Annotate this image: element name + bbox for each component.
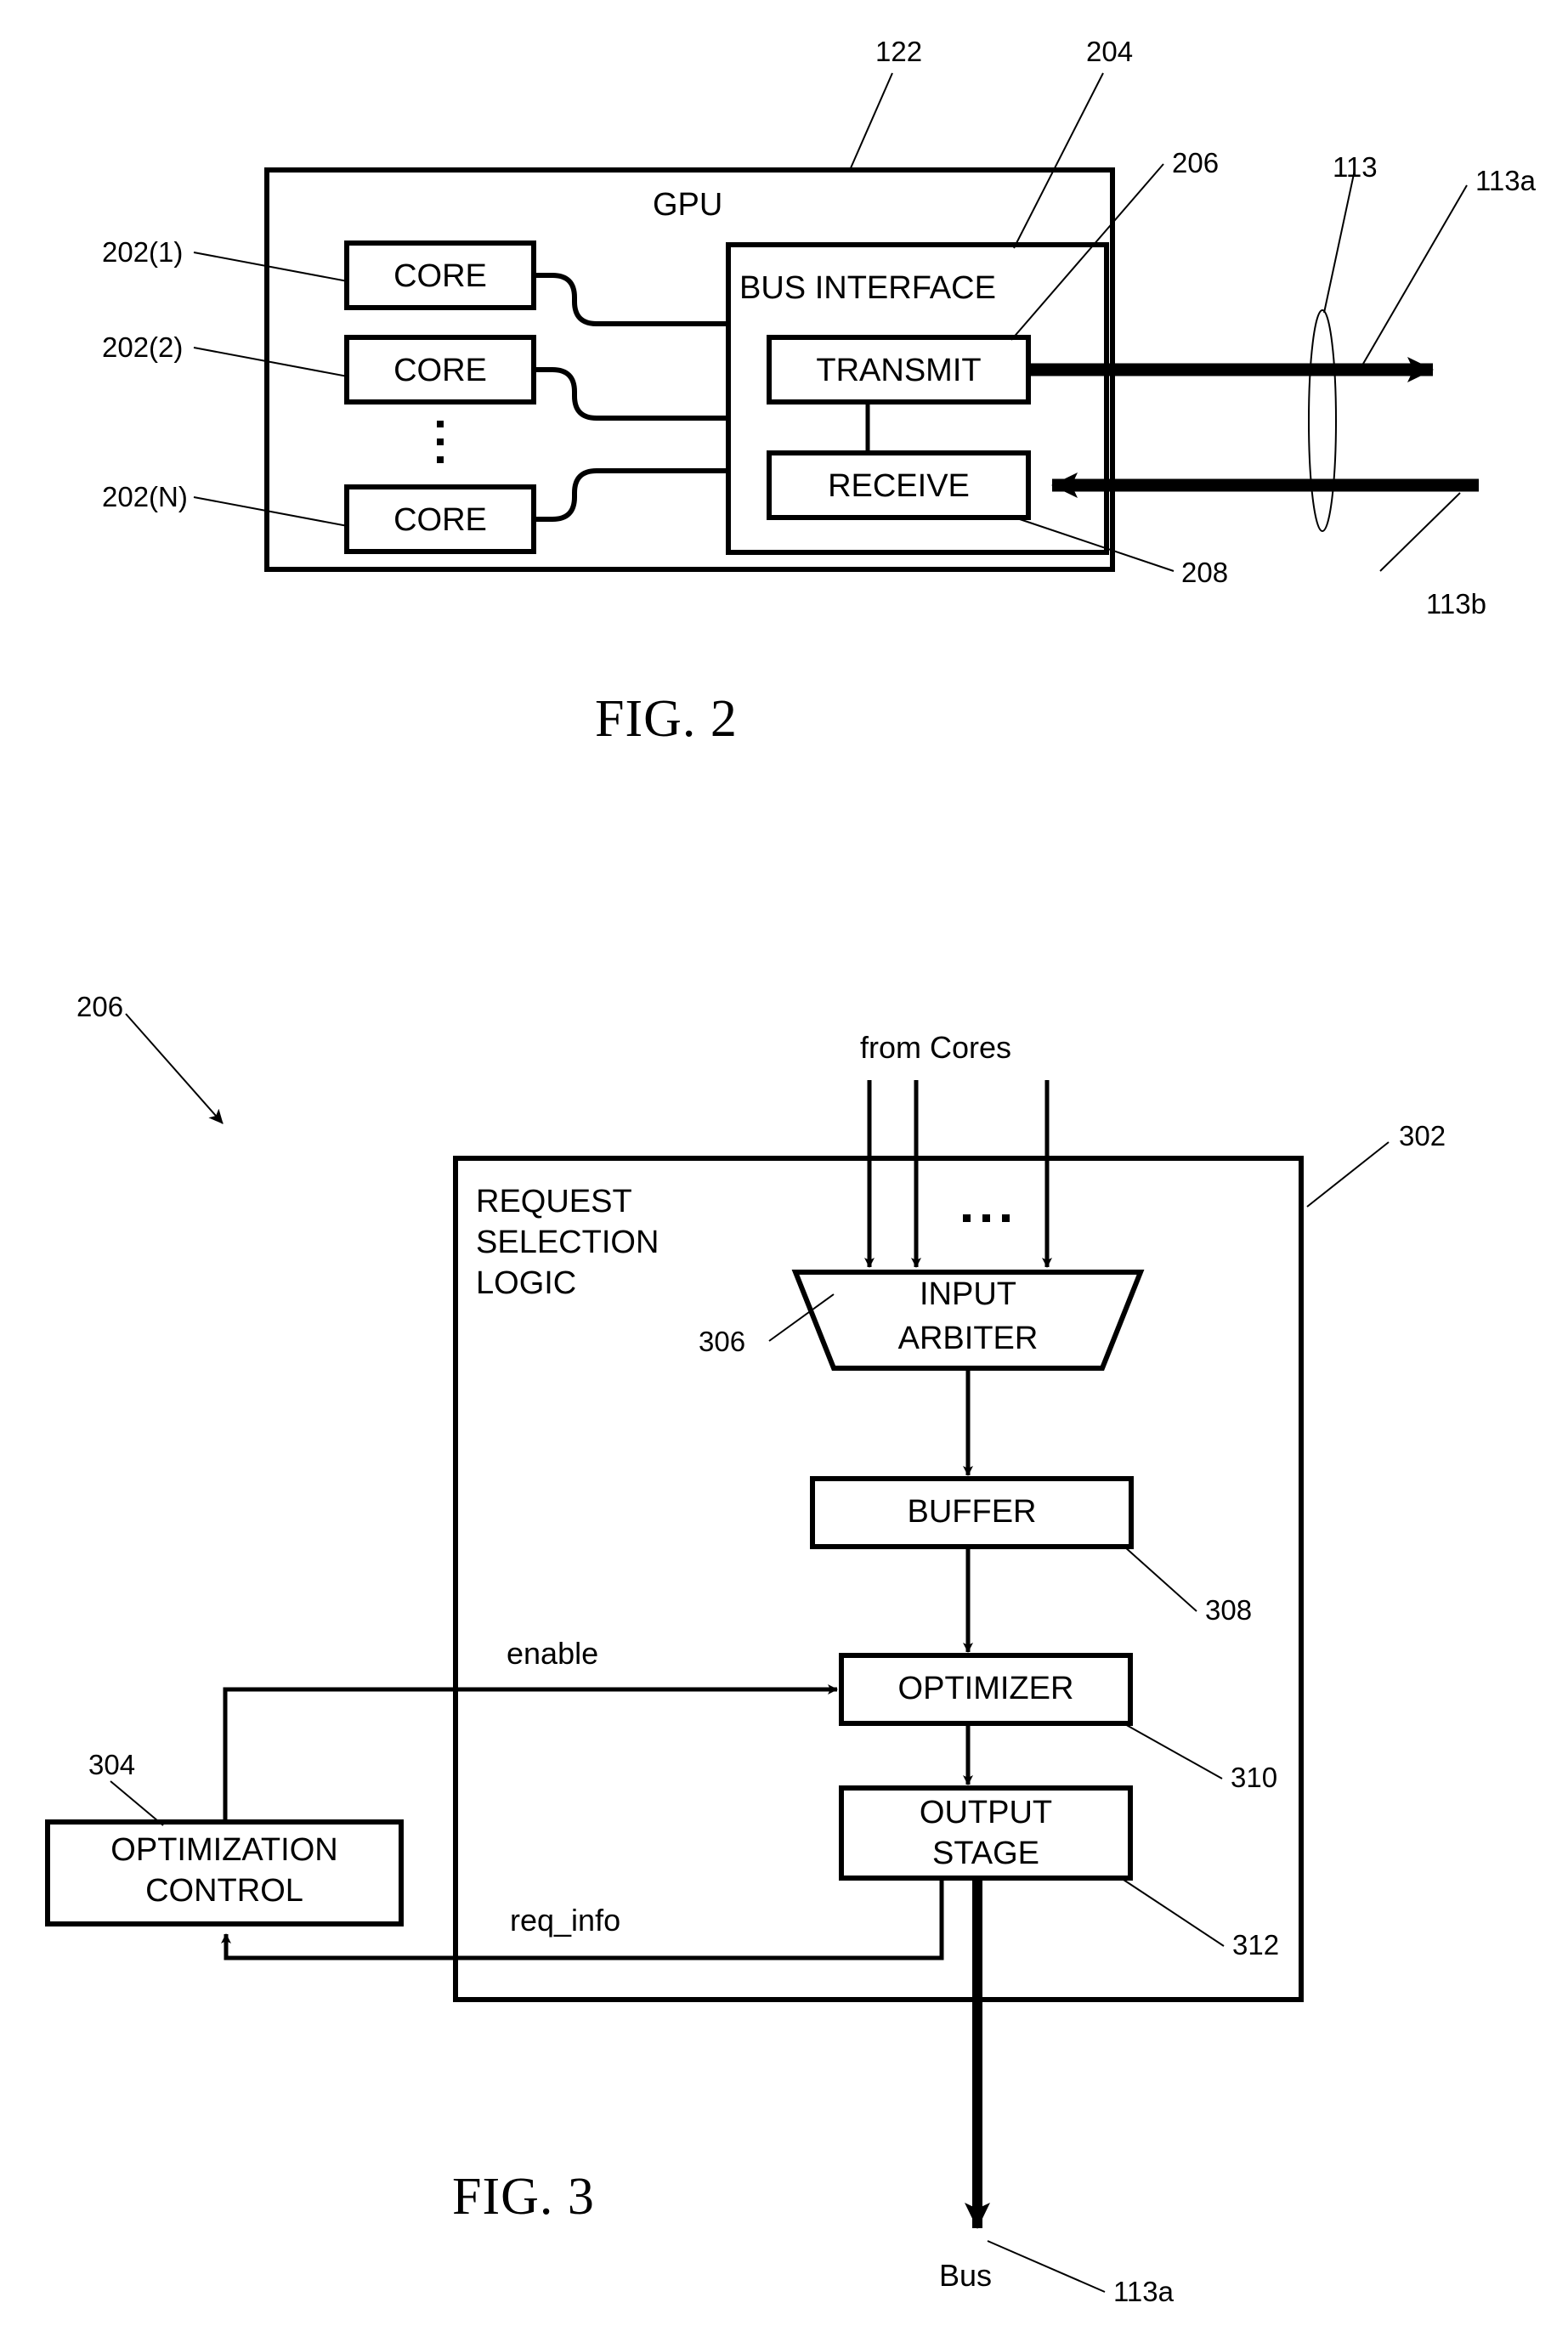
enable-signal-label: enable [507,1636,599,1671]
core-label-3: CORE [393,502,487,538]
bus-lens-shape [1308,309,1337,532]
ref-122: 122 [875,36,923,67]
leader-308 [1124,1546,1197,1612]
bus-interface-label: BUS INTERFACE [739,270,996,306]
ref-306: 306 [699,1326,746,1357]
core-ellipsis-dots [437,421,444,463]
enable-signal-path [223,1684,838,1822]
ref-206-fig2: 206 [1172,147,1220,178]
leader-302 [1306,1141,1390,1208]
ref-310: 310 [1231,1762,1278,1793]
leader-304 [110,1780,164,1826]
figure-3-vectors [45,1013,1390,2293]
leader-122 [849,72,893,171]
core1-to-bus-wire [534,273,728,326]
gpu-label: GPU [653,187,723,223]
leader-113b [1379,492,1461,572]
input-arbiter-line-1: INPUT [920,1276,1016,1312]
ref-302: 302 [1399,1120,1446,1151]
leader-113 [1323,169,1356,314]
core-label-1: CORE [393,258,487,294]
receive-label: RECEIVE [828,468,970,504]
ref-202-1: 202(1) [102,236,184,268]
ref-113a-fig3: 113a [1113,2276,1174,2307]
coreN-to-bus-wire [534,468,728,522]
request-selection-logic-line-1: REQUEST [476,1184,632,1219]
leader-310 [1123,1723,1223,1779]
figure-3-caption: FIG. 3 [452,2168,595,2226]
from-cores-ellipsis-dots [963,1214,1010,1222]
input-arbiter-line-2: ARBITER [897,1321,1039,1356]
ref-208: 208 [1181,557,1229,588]
ref-113b: 113b [1426,588,1486,620]
figure-2-caption: FIG. 2 [595,690,738,748]
ref-204: 204 [1086,36,1134,67]
buffer-label: BUFFER [907,1494,1037,1530]
output-stage-line-1: OUTPUT [919,1795,1053,1830]
ref-113: 113 [1333,151,1378,183]
transmit-label: TRANSMIT [816,353,982,388]
ref-304: 304 [88,1749,136,1780]
request-selection-logic-line-3: LOGIC [476,1265,577,1301]
ref-308: 308 [1205,1594,1253,1626]
from-cores-label: from Cores [860,1030,1012,1065]
leader-113a [1362,184,1468,365]
req-info-signal-label: req_info [510,1903,621,1938]
ref-312: 312 [1232,1929,1280,1960]
leader-204 [1013,72,1104,249]
core-label-2: CORE [393,353,487,388]
leader-113a-fig3 [987,2240,1106,2293]
bus-label: Bus [939,2258,993,2293]
request-selection-logic-line-2: SELECTION [476,1225,659,1260]
leader-202-1 [193,252,348,282]
output-stage-line-2: STAGE [932,1836,1039,1871]
diagram-vector-layer [45,72,1479,2293]
leader-312 [1123,1879,1225,1947]
ref-202-n: 202(N) [102,481,188,512]
ref-113a: 113a [1475,165,1536,196]
leader-206-fig3 [125,1013,224,1124]
optimization-control-line-1: OPTIMIZATION [110,1832,338,1868]
optimization-control-line-2: CONTROL [145,1873,303,1909]
patent-figure-sheet: 122 204 206 113 113a 208 113b 202(1) 202… [0,0,1568,2331]
leader-202-2 [193,347,348,377]
optimizer-label: OPTIMIZER [897,1671,1074,1706]
core2-to-bus-wire [534,367,728,421]
ref-202-2: 202(2) [102,331,184,363]
ref-206-fig3: 206 [76,991,124,1022]
leader-202-n [193,496,348,527]
